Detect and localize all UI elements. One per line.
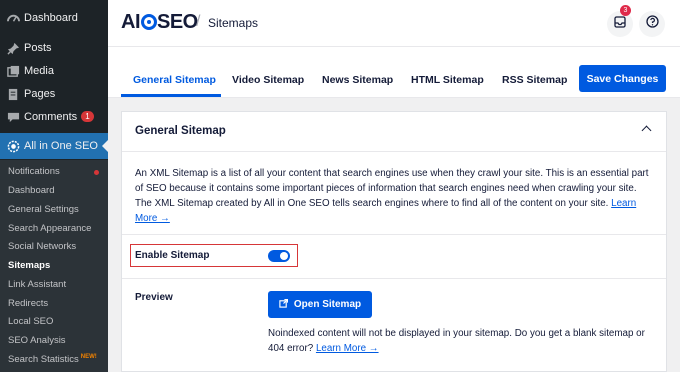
notifications-button[interactable] xyxy=(607,11,633,37)
tab-general-sitemap[interactable]: General Sitemap xyxy=(133,74,216,86)
help-button[interactable] xyxy=(639,11,665,37)
help-icon xyxy=(645,15,659,33)
aioseo-logo[interactable]: AI SEO xyxy=(121,11,198,34)
sitemap-tabs: General Sitemap Video Sitemap News Sitem… xyxy=(108,47,680,98)
submenu-item-local-seo[interactable]: Local SEO xyxy=(8,316,53,327)
menu-label: Media xyxy=(24,65,54,77)
menu-label: Dashboard xyxy=(24,12,78,24)
toggle-knob xyxy=(280,252,288,260)
admin-sidebar: Dashboard Posts Media Pages Comments 1 Al… xyxy=(0,0,108,372)
preview-label: Preview xyxy=(135,292,173,303)
menu-label: Pages xyxy=(24,88,56,100)
submenu-item-seo-analysis[interactable]: SEO Analysis xyxy=(8,335,66,346)
divider xyxy=(122,151,666,152)
menu-item-posts[interactable]: Posts xyxy=(0,37,108,60)
notification-dot xyxy=(94,170,99,175)
active-arrow xyxy=(102,140,108,152)
submenu-item-link-assistant[interactable]: Link Assistant xyxy=(8,279,66,290)
notifications-count-badge: 3 xyxy=(620,5,631,16)
tab-rss-sitemap[interactable]: RSS Sitemap xyxy=(502,74,567,86)
preview-learn-more-link[interactable]: Learn More → xyxy=(316,343,379,354)
menu-item-dashboard[interactable]: Dashboard xyxy=(0,7,108,30)
chevron-up-icon[interactable] xyxy=(641,125,652,136)
pin-icon xyxy=(6,41,20,55)
divider xyxy=(122,278,666,279)
menu-item-comments[interactable]: Comments 1 xyxy=(0,106,108,129)
menu-label-wrap: Comments 1 xyxy=(24,111,94,123)
menu-item-pages[interactable]: Pages xyxy=(0,83,108,106)
submenu: Notifications Dashboard General Settings… xyxy=(0,160,108,372)
card-title: General Sitemap xyxy=(135,125,226,137)
submenu-item-search-appearance[interactable]: Search Appearance xyxy=(8,223,91,234)
sitemap-description: An XML Sitemap is a list of all your con… xyxy=(135,166,655,226)
enable-sitemap-label: Enable Sitemap xyxy=(135,250,210,261)
dashboard-icon xyxy=(6,11,20,25)
media-icon xyxy=(6,64,20,78)
save-changes-button[interactable]: Save Changes xyxy=(579,65,666,92)
external-link-icon xyxy=(279,298,289,311)
description-text: An XML Sitemap is a list of all your con… xyxy=(135,168,649,209)
breadcrumb-separator: / xyxy=(196,13,201,30)
tab-html-sitemap[interactable]: HTML Sitemap xyxy=(411,74,484,86)
tab-news-sitemap[interactable]: News Sitemap xyxy=(322,74,393,86)
menu-item-all-in-one-seo[interactable]: All in One SEO xyxy=(0,133,108,159)
preview-note: Noindexed content will not be displayed … xyxy=(268,326,658,356)
tab-video-sitemap[interactable]: Video Sitemap xyxy=(232,74,304,86)
breadcrumb: Sitemaps xyxy=(208,16,259,30)
comments-count-badge: 1 xyxy=(81,111,94,122)
menu-label: Comments xyxy=(24,111,78,123)
active-tab-indicator xyxy=(121,94,221,97)
open-sitemap-label: Open Sitemap xyxy=(293,299,362,310)
submenu-item-general-settings[interactable]: General Settings xyxy=(8,204,79,215)
submenu-item-social-networks[interactable]: Social Networks xyxy=(8,241,76,252)
aioseo-gear-icon xyxy=(6,139,20,153)
submenu-item-notifications[interactable]: Notifications xyxy=(8,166,60,177)
general-sitemap-card: General Sitemap An XML Sitemap is a list… xyxy=(121,111,667,372)
enable-sitemap-toggle[interactable] xyxy=(268,250,290,262)
page-header: AI SEO / Sitemaps xyxy=(108,0,680,47)
new-tag: NEW! xyxy=(80,354,97,360)
divider xyxy=(122,234,666,235)
inbox-icon xyxy=(614,15,626,33)
menu-item-media[interactable]: Media xyxy=(0,60,108,83)
submenu-item-search-statistics[interactable]: Search Statistics NEW! xyxy=(8,354,97,365)
submenu-item-sitemaps[interactable]: Sitemaps xyxy=(8,260,50,271)
submenu-item-dashboard[interactable]: Dashboard xyxy=(8,185,54,196)
open-sitemap-button[interactable]: Open Sitemap xyxy=(268,291,372,318)
menu-label: All in One SEO xyxy=(24,140,98,152)
submenu-item-redirects[interactable]: Redirects xyxy=(8,298,48,309)
comment-icon xyxy=(6,110,20,124)
menu-label: Posts xyxy=(24,42,52,54)
submenu-label: Search Statistics xyxy=(8,354,79,365)
pages-icon xyxy=(6,87,20,101)
